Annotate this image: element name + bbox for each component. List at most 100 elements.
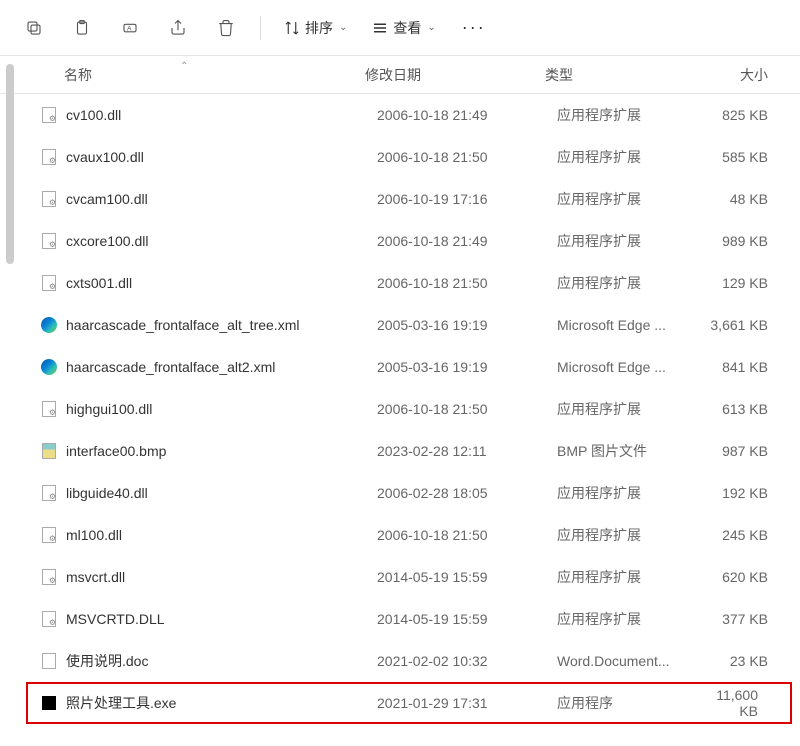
file-name: cxcore100.dll <box>66 233 377 249</box>
file-type: 应用程序扩展 <box>557 525 707 545</box>
file-type: 应用程序扩展 <box>557 399 707 419</box>
file-row[interactable]: MSVCRTD.DLL2014-05-19 15:59应用程序扩展377 KB <box>28 598 800 640</box>
file-row[interactable]: cv100.dll2006-10-18 21:49应用程序扩展825 KB <box>28 94 800 136</box>
sort-icon <box>283 19 301 37</box>
file-row[interactable]: cvcam100.dll2006-10-19 17:16应用程序扩展48 KB <box>28 178 800 220</box>
file-type: 应用程序扩展 <box>557 567 707 587</box>
paste-button[interactable] <box>60 8 104 48</box>
doc-file-icon <box>42 653 56 669</box>
dll-file-icon <box>42 569 56 585</box>
file-date: 2006-10-18 21:50 <box>377 149 557 165</box>
bmp-file-icon <box>42 443 56 459</box>
file-row[interactable]: interface00.bmp2023-02-28 12:11BMP 图片文件9… <box>28 430 800 472</box>
file-row[interactable]: cxts001.dll2006-10-18 21:50应用程序扩展129 KB <box>28 262 800 304</box>
share-button[interactable] <box>156 8 200 48</box>
chevron-down-icon: ⌄ <box>427 22 435 33</box>
file-name: highgui100.dll <box>66 401 377 417</box>
file-type: 应用程序扩展 <box>557 483 707 503</box>
file-size: 987 KB <box>707 443 788 459</box>
sort-indicator-icon: ⌃ <box>180 61 188 72</box>
file-type: 应用程序扩展 <box>557 147 707 167</box>
column-header-size[interactable]: 大小 <box>695 65 788 85</box>
file-name: cvaux100.dll <box>66 149 377 165</box>
file-size: 377 KB <box>707 611 788 627</box>
file-date: 2005-03-16 19:19 <box>377 317 557 333</box>
exe-file-icon <box>42 696 56 710</box>
file-name: haarcascade_frontalface_alt_tree.xml <box>66 317 377 333</box>
file-date: 2005-03-16 19:19 <box>377 359 557 375</box>
dll-file-icon <box>42 611 56 627</box>
file-size: 989 KB <box>707 233 788 249</box>
trash-icon <box>217 19 235 37</box>
view-icon <box>371 19 389 37</box>
rename-button[interactable]: A <box>108 8 152 48</box>
copy-button[interactable] <box>12 8 56 48</box>
file-date: 2006-10-18 21:50 <box>377 527 557 543</box>
toolbar-divider <box>260 16 261 40</box>
file-name: 照片处理工具.exe <box>66 693 377 713</box>
file-row[interactable]: ml100.dll2006-10-18 21:50应用程序扩展245 KB <box>28 514 800 556</box>
file-size: 613 KB <box>707 401 788 417</box>
column-header-type[interactable]: 类型 <box>545 65 695 85</box>
view-label: 查看 <box>393 18 421 38</box>
edge-file-icon <box>41 359 57 375</box>
dll-file-icon <box>42 275 56 291</box>
columns-header: 名称 ⌃ 修改日期 类型 大小 <box>0 56 800 94</box>
file-size: 841 KB <box>707 359 788 375</box>
sort-dropdown[interactable]: 排序 ⌄ <box>273 12 357 44</box>
dll-file-icon <box>42 191 56 207</box>
dll-file-icon <box>42 527 56 543</box>
file-date: 2006-02-28 18:05 <box>377 485 557 501</box>
file-date: 2014-05-19 15:59 <box>377 569 557 585</box>
file-type: 应用程序 <box>557 693 707 713</box>
file-type: BMP 图片文件 <box>557 441 707 461</box>
file-size: 245 KB <box>707 527 788 543</box>
file-row[interactable]: cvaux100.dll2006-10-18 21:50应用程序扩展585 KB <box>28 136 800 178</box>
column-header-date[interactable]: 修改日期 <box>365 65 545 85</box>
file-row[interactable]: libguide40.dll2006-02-28 18:05应用程序扩展192 … <box>28 472 800 514</box>
chevron-down-icon: ⌄ <box>339 22 347 33</box>
file-row[interactable]: highgui100.dll2006-10-18 21:50应用程序扩展613 … <box>28 388 800 430</box>
file-size: 825 KB <box>707 107 788 123</box>
sort-label: 排序 <box>305 18 333 38</box>
file-list: cv100.dll2006-10-18 21:49应用程序扩展825 KBcva… <box>0 94 800 724</box>
file-type: 应用程序扩展 <box>557 273 707 293</box>
file-name: cv100.dll <box>66 107 377 123</box>
file-row[interactable]: msvcrt.dll2014-05-19 15:59应用程序扩展620 KB <box>28 556 800 598</box>
more-icon: ··· <box>462 17 486 37</box>
more-button[interactable]: ··· <box>450 11 498 44</box>
file-row[interactable]: haarcascade_frontalface_alt_tree.xml2005… <box>28 304 800 346</box>
file-type: Microsoft Edge ... <box>557 317 707 333</box>
file-date: 2006-10-18 21:50 <box>377 275 557 291</box>
file-size: 129 KB <box>707 275 788 291</box>
share-icon <box>169 19 187 37</box>
dll-file-icon <box>42 233 56 249</box>
file-name: 使用说明.doc <box>66 651 377 671</box>
file-size: 23 KB <box>707 653 788 669</box>
file-type: Word.Document... <box>557 653 707 669</box>
file-name: ml100.dll <box>66 527 377 543</box>
file-date: 2006-10-18 21:49 <box>377 233 557 249</box>
delete-button[interactable] <box>204 8 248 48</box>
file-row[interactable]: 使用说明.doc2021-02-02 10:32Word.Document...… <box>28 640 800 682</box>
dll-file-icon <box>42 149 56 165</box>
file-date: 2021-02-02 10:32 <box>377 653 557 669</box>
file-name: cxts001.dll <box>66 275 377 291</box>
file-row[interactable]: haarcascade_frontalface_alt2.xml2005-03-… <box>28 346 800 388</box>
copy-icon <box>25 19 43 37</box>
file-date: 2006-10-18 21:49 <box>377 107 557 123</box>
file-type: 应用程序扩展 <box>557 609 707 629</box>
file-row[interactable]: cxcore100.dll2006-10-18 21:49应用程序扩展989 K… <box>28 220 800 262</box>
scrollbar[interactable] <box>6 64 14 264</box>
edge-file-icon <box>41 317 57 333</box>
file-name: haarcascade_frontalface_alt2.xml <box>66 359 377 375</box>
file-date: 2014-05-19 15:59 <box>377 611 557 627</box>
toolbar: A 排序 ⌄ 查看 ⌄ ··· <box>0 0 800 56</box>
file-type: 应用程序扩展 <box>557 105 707 125</box>
view-dropdown[interactable]: 查看 ⌄ <box>361 12 445 44</box>
file-size: 585 KB <box>707 149 788 165</box>
dll-file-icon <box>42 401 56 417</box>
file-row[interactable]: 照片处理工具.exe2021-01-29 17:31应用程序11,600 KB <box>26 682 792 724</box>
column-header-name[interactable]: 名称 ⌃ <box>40 65 365 85</box>
file-size: 3,661 KB <box>707 317 788 333</box>
